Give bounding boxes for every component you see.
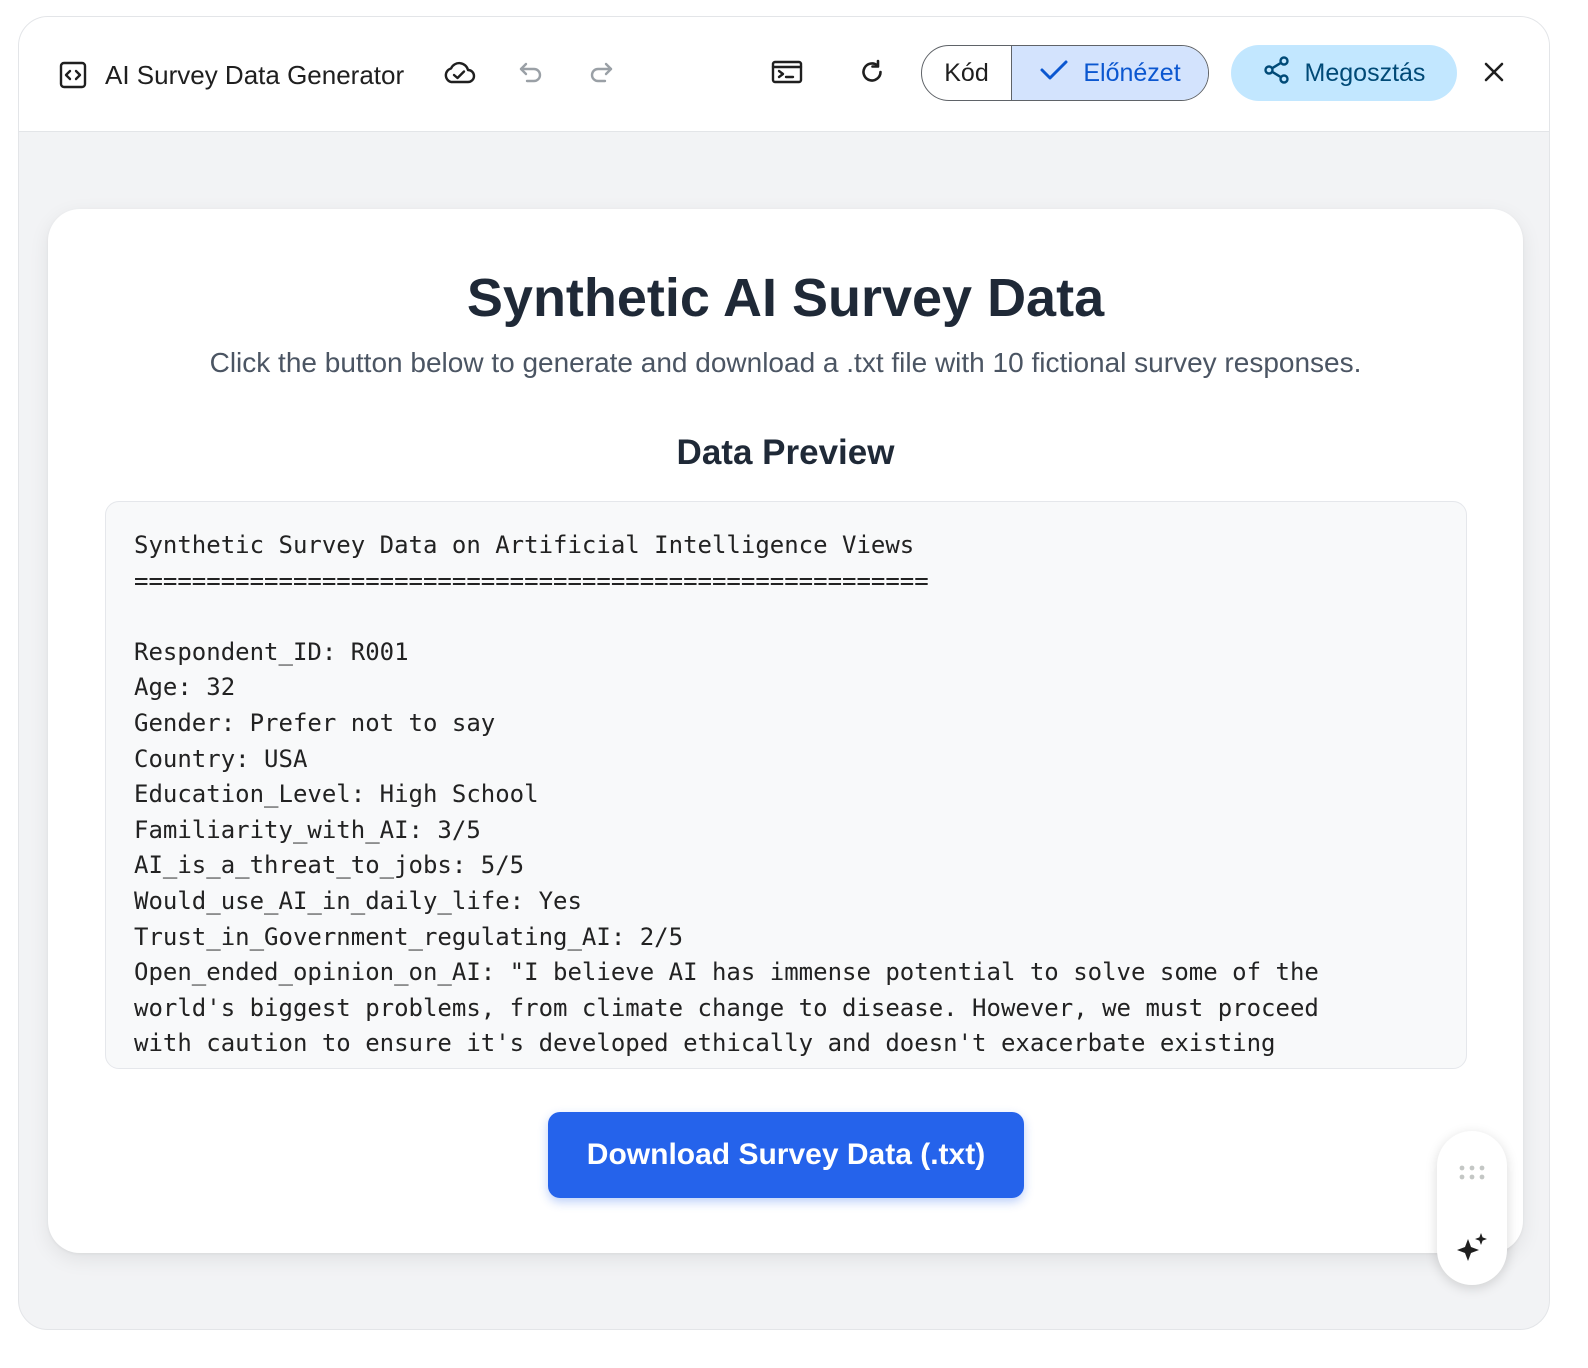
undo-icon bbox=[518, 60, 544, 89]
preview-line: with caution to ensure it's developed et… bbox=[134, 1029, 1276, 1058]
refresh-button[interactable] bbox=[848, 50, 896, 98]
preview-line: ========================================… bbox=[134, 566, 929, 595]
preview-line: Familiarity_with_AI: 3/5 bbox=[134, 815, 481, 844]
preview-line: AI_is_a_threat_to_jobs: 5/5 bbox=[134, 851, 525, 880]
share-icon bbox=[1263, 55, 1291, 91]
code-window-icon bbox=[59, 61, 87, 89]
preview-line: Age: 32 bbox=[134, 673, 236, 702]
preview-line: Gender: Prefer not to say bbox=[134, 708, 496, 737]
terminal-icon bbox=[771, 59, 803, 90]
share-button[interactable]: Megosztás bbox=[1231, 45, 1457, 101]
drag-handle-icon[interactable] bbox=[1458, 1163, 1486, 1183]
share-label: Megosztás bbox=[1304, 58, 1426, 87]
survey-card: Synthetic AI Survey Data Click the butto… bbox=[48, 209, 1523, 1253]
close-icon bbox=[1483, 61, 1505, 88]
terminal-button[interactable] bbox=[763, 50, 811, 98]
preview-line: Trust_in_Government_regulating_AI: 2/5 bbox=[134, 922, 684, 951]
preview-line: Synthetic Survey Data on Artificial Inte… bbox=[134, 531, 915, 559]
tab-preview[interactable]: Előnézet bbox=[1012, 46, 1208, 100]
cloud-sync-button[interactable] bbox=[435, 50, 483, 98]
sparkle-icon[interactable] bbox=[1455, 1231, 1489, 1265]
preview-line: Respondent_ID: R001 bbox=[134, 637, 409, 666]
preview-line: Country: USA bbox=[134, 744, 308, 773]
undo-button[interactable] bbox=[507, 50, 555, 98]
download-button[interactable]: Download Survey Data (.txt) bbox=[548, 1112, 1024, 1198]
cloud-sync-icon bbox=[442, 59, 476, 90]
redo-icon bbox=[588, 60, 614, 89]
page-subtitle: Click the button below to generate and d… bbox=[209, 347, 1362, 378]
preview-line: Would_use_AI_in_daily_life: Yes bbox=[134, 886, 582, 915]
preview-line: Education_Level: High School bbox=[134, 780, 539, 809]
refresh-icon bbox=[859, 59, 885, 90]
preview-heading: Data Preview bbox=[676, 433, 895, 472]
top-bar: AI Survey Data Generator Kód Előnézet Me… bbox=[19, 17, 1549, 132]
preview-line: world's biggest problems, from climate c… bbox=[134, 993, 1319, 1022]
data-preview-text: Synthetic Survey Data on Artificial Inte… bbox=[106, 502, 1466, 1068]
page-title: Synthetic AI Survey Data bbox=[466, 268, 1105, 328]
view-toggle: Kód Előnézet bbox=[921, 45, 1209, 101]
tab-preview-label: Előnézet bbox=[1083, 58, 1181, 87]
data-preview-box[interactable]: Synthetic Survey Data on Artificial Inte… bbox=[105, 501, 1467, 1069]
app-window: AI Survey Data Generator Kód Előnézet Me… bbox=[18, 16, 1550, 1330]
floating-tool-panel bbox=[1437, 1131, 1507, 1285]
redo-button[interactable] bbox=[577, 50, 625, 98]
tab-code[interactable]: Kód bbox=[922, 46, 1012, 100]
check-icon bbox=[1039, 58, 1069, 89]
app-title: AI Survey Data Generator bbox=[105, 59, 405, 90]
close-button[interactable] bbox=[1470, 50, 1518, 98]
preview-line: Open_ended_opinion_on_AI: "I believe AI … bbox=[134, 958, 1319, 987]
